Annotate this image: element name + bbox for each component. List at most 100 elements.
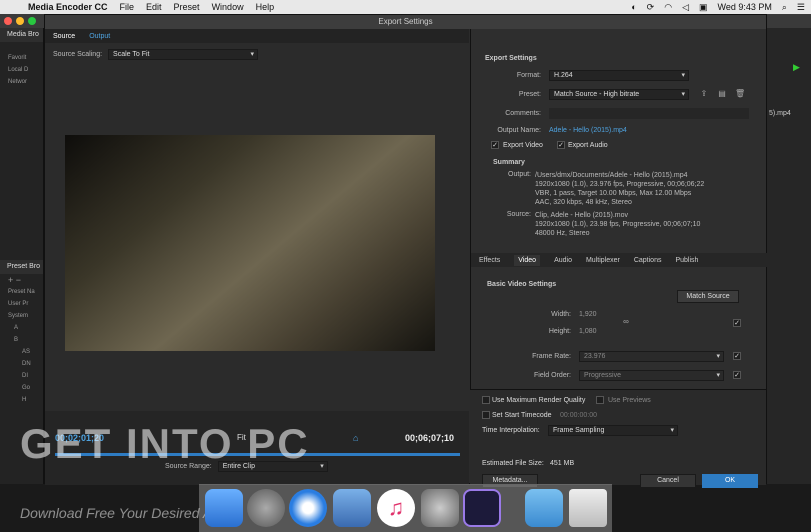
file-size-label: Estimated File Size:: [482, 460, 544, 467]
volume-icon[interactable]: ◁: [682, 2, 689, 13]
summary-output: /Users/dmx/Documents/Adele - Hello (2015…: [535, 171, 704, 207]
music-icon[interactable]: ♫: [377, 489, 415, 527]
save-preset-icon[interactable]: ⇪: [699, 89, 709, 99]
preset-item-a[interactable]: A: [0, 322, 43, 334]
field-order-label: Field Order:: [534, 372, 571, 379]
preset-dropdown[interactable]: Match Source - High bitrate: [549, 89, 689, 100]
frame-rate-match-checkbox[interactable]: ✓: [733, 352, 741, 360]
user-presets-item[interactable]: User Pr: [0, 298, 43, 310]
export-audio-checkbox[interactable]: ✓: [557, 141, 565, 149]
dock: ♫: [199, 484, 612, 532]
preset-item-h[interactable]: H: [0, 394, 43, 406]
import-preset-icon[interactable]: ▤: [717, 89, 727, 99]
tab-video[interactable]: Video: [514, 254, 541, 266]
start-timecode-checkbox[interactable]: [482, 411, 490, 419]
menu-help[interactable]: Help: [256, 2, 275, 12]
sync-icon[interactable]: ⟳: [647, 2, 655, 13]
max-quality-checkbox[interactable]: [482, 396, 490, 404]
export-video-checkbox[interactable]: ✓: [491, 141, 499, 149]
flag-icon[interactable]: ▣: [699, 2, 708, 13]
start-timecode-value[interactable]: 00:00:00:00: [560, 412, 597, 419]
tab-output[interactable]: Output: [89, 33, 110, 40]
play-icon[interactable]: ▶: [793, 62, 800, 73]
field-order-dropdown[interactable]: Progressive: [579, 370, 724, 381]
trash-icon[interactable]: [569, 489, 607, 527]
search-icon[interactable]: ⌕: [782, 2, 787, 13]
menu-window[interactable]: Window: [212, 2, 244, 12]
queue-panel: 5).mp4 ▶: [767, 28, 811, 484]
tab-captions[interactable]: Captions: [634, 257, 662, 264]
preset-item-dn[interactable]: DN: [0, 358, 43, 370]
time-interpolation-dropdown[interactable]: Frame Sampling: [548, 425, 678, 436]
basic-video-header[interactable]: Basic Video Settings: [487, 281, 556, 288]
app-menu[interactable]: Media Encoder CC: [28, 2, 108, 12]
file-size-value: 451 MB: [550, 460, 575, 467]
wifi-icon[interactable]: ◠: [664, 2, 672, 13]
network-item[interactable]: Networ: [0, 76, 43, 88]
preset-name-col: Preset Na: [8, 289, 35, 295]
summary-header[interactable]: Summary: [493, 159, 525, 166]
tab-source[interactable]: Source: [53, 33, 75, 40]
media-encoder-icon[interactable]: [463, 489, 501, 527]
match-source-button[interactable]: Match Source: [677, 290, 739, 303]
minimize-icon[interactable]: [16, 17, 24, 25]
cancel-button[interactable]: Cancel: [640, 474, 696, 488]
menu-preset[interactable]: Preset: [174, 2, 200, 12]
preset-browser-tab[interactable]: Preset Bro: [0, 260, 43, 274]
dialog-title: Export Settings: [45, 15, 766, 29]
local-drives-item[interactable]: Local D: [0, 64, 43, 76]
comments-field[interactable]: [549, 108, 749, 119]
apple-icon[interactable]: [6, 2, 18, 12]
summary-output-line: 1920x1080 (1.0), 23.976 fps, Progressive…: [535, 181, 705, 188]
output-name-link[interactable]: Adele - Hello (2015).mp4: [549, 127, 627, 134]
ok-button[interactable]: OK: [702, 474, 758, 488]
queue-filename: 5).mp4: [769, 110, 791, 117]
export-audio-label: Export Audio: [568, 142, 608, 149]
max-quality-label: Use Maximum Render Quality: [492, 397, 586, 404]
status-icon[interactable]: ◐: [631, 2, 636, 12]
launchpad-icon[interactable]: [247, 489, 285, 527]
height-value[interactable]: 1,080: [579, 328, 597, 335]
format-dropdown[interactable]: H.264: [549, 70, 689, 81]
export-settings-dialog: Export Settings Source Output Source Sca…: [44, 14, 767, 488]
source-scaling-dropdown[interactable]: Scale To Fit: [108, 49, 259, 60]
tab-effects[interactable]: Effects: [479, 257, 500, 264]
width-value[interactable]: 1,920: [579, 311, 597, 318]
export-video-label: Export Video: [503, 142, 543, 149]
preset-item-as[interactable]: AS: [0, 346, 43, 358]
delete-preset-icon[interactable]: 🗑: [735, 89, 745, 99]
safari-icon[interactable]: [289, 489, 327, 527]
preset-item-di[interactable]: DI: [0, 370, 43, 382]
mail-icon[interactable]: [333, 489, 371, 527]
format-label: Format:: [516, 72, 541, 79]
system-presets-item[interactable]: System: [0, 310, 43, 322]
comments-label: Comments:: [505, 110, 541, 117]
source-scaling: Source Scaling: Scale To Fit: [53, 49, 259, 60]
preset-item-b[interactable]: B: [0, 334, 43, 346]
link-icon[interactable]: ∞: [621, 317, 631, 327]
downloads-icon[interactable]: [525, 489, 563, 527]
system-preferences-icon[interactable]: [421, 489, 459, 527]
clock[interactable]: Wed 9:43 PM: [718, 2, 772, 12]
add-icon[interactable]: + −: [0, 274, 43, 286]
preset-item-go[interactable]: Go: [0, 382, 43, 394]
zoom-icon[interactable]: [28, 17, 36, 25]
finder-icon[interactable]: [205, 489, 243, 527]
timecode-out: 00;06;07;10: [405, 433, 455, 443]
list-icon[interactable]: ☰: [797, 2, 805, 13]
export-settings-header[interactable]: Export Settings: [485, 55, 537, 62]
set-out-icon[interactable]: ⌂: [353, 433, 358, 443]
field-order-match-checkbox[interactable]: ✓: [733, 371, 741, 379]
tab-audio[interactable]: Audio: [554, 257, 572, 264]
width-match-checkbox[interactable]: ✓: [733, 319, 741, 327]
menu-file[interactable]: File: [120, 2, 135, 12]
time-interpolation-label: Time Interpolation:: [482, 427, 540, 434]
favorites-item[interactable]: Favorit: [0, 52, 43, 64]
close-icon[interactable]: [4, 17, 12, 25]
menu-edit[interactable]: Edit: [146, 2, 162, 12]
use-previews-checkbox[interactable]: [596, 396, 604, 404]
frame-rate-dropdown[interactable]: 23.976: [579, 351, 724, 362]
media-browser-tab[interactable]: Media Bro: [0, 28, 43, 42]
tab-publish[interactable]: Publish: [675, 257, 698, 264]
tab-multiplexer[interactable]: Multiplexer: [586, 257, 620, 264]
